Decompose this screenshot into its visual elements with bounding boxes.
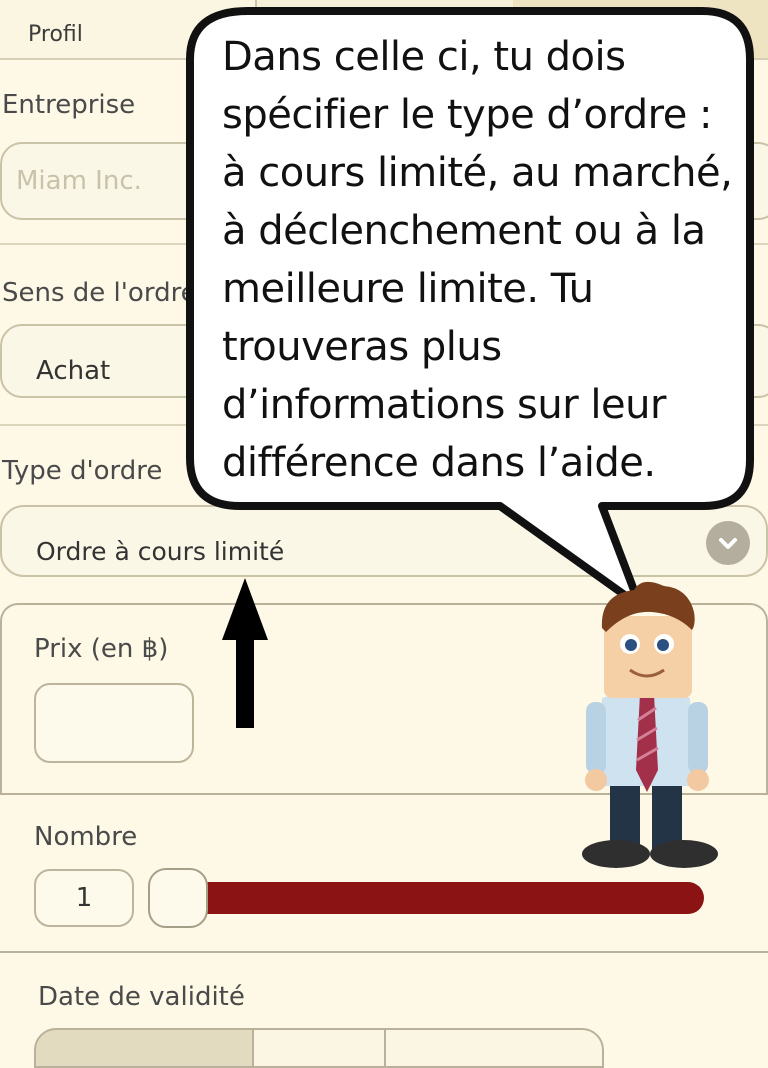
- tutorial-line: à déclenchement ou à la: [222, 208, 706, 254]
- tutorial-line: différence dans l’aide.: [222, 440, 656, 486]
- tutorial-line: meilleure limite. Tu: [222, 266, 594, 312]
- tutorial-line: spécifier le type d’ordre :: [222, 92, 713, 138]
- tutorial-line: d’informations sur leur: [222, 382, 666, 428]
- tutorial-line: à cours limité, au marché,: [222, 150, 733, 196]
- tutorial-text: Dans celle ci, tu dois spécifier le type…: [222, 28, 742, 492]
- tutorial-line: Dans celle ci, tu dois: [222, 34, 626, 80]
- tutorial-line: trouveras plus: [222, 324, 502, 370]
- businessman-mascot-icon: [582, 581, 718, 868]
- up-arrow-icon: [222, 578, 268, 728]
